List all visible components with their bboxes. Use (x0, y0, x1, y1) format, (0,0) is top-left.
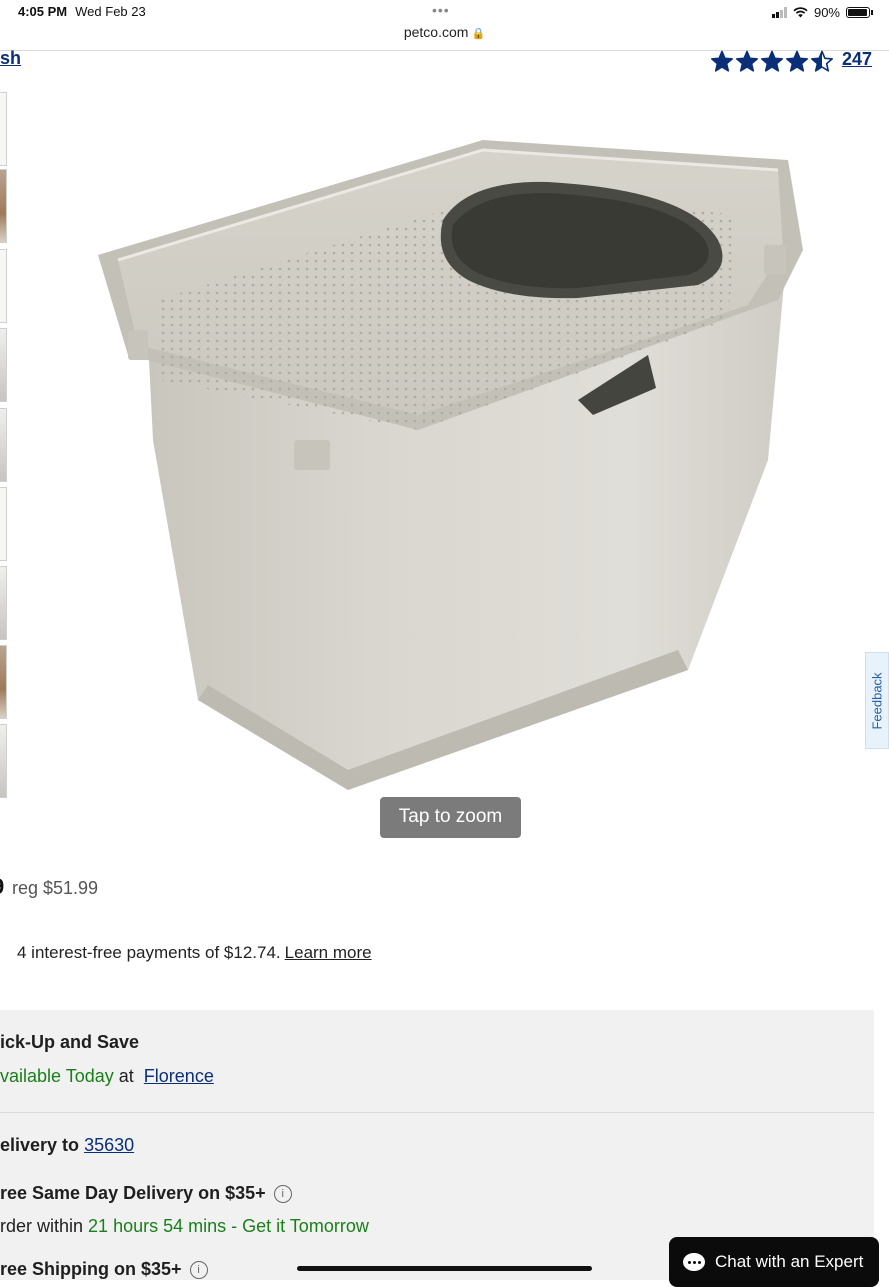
address-bar[interactable]: petco.com 🔒 (0, 24, 889, 40)
brand-link[interactable]: sh (0, 48, 21, 69)
product-image[interactable] (88, 130, 810, 800)
installments-text: 4 interest-free payments of $12.74. (17, 943, 281, 962)
star-icon (710, 50, 734, 72)
info-icon[interactable]: i (189, 1261, 208, 1279)
review-count-link[interactable]: 247 (842, 49, 872, 70)
rating-stars[interactable] (710, 50, 834, 72)
tap-to-zoom-button[interactable]: Tap to zoom (380, 797, 521, 838)
same-day-label: ree Same Day Delivery on $35+ (0, 1183, 266, 1203)
regular-price: reg $51.99 (12, 878, 99, 898)
pickup-title[interactable]: ick-Up and Save (0, 1032, 139, 1053)
star-icon (760, 50, 784, 72)
signal-icon (771, 7, 787, 18)
status-indicators: 90% (771, 5, 873, 20)
thumbnail[interactable] (0, 92, 7, 166)
sale-price: 9 (0, 874, 4, 900)
lock-icon: 🔒 (471, 28, 486, 40)
installments-info: 4 interest-free payments of $12.74. Learn… (17, 943, 372, 963)
pickup-availability: vailable Today at Florence (0, 1066, 214, 1087)
date-text: Wed Feb 23 (75, 4, 146, 19)
chat-bubble-icon (683, 1253, 705, 1271)
wifi-icon (793, 7, 808, 18)
delivery-to-label: elivery to (0, 1135, 80, 1155)
order-within: rder within 21 hours 54 mins - Get it To… (0, 1216, 369, 1237)
time-text: 4:05 PM (18, 4, 68, 19)
thumbnail[interactable] (0, 408, 7, 482)
learn-more-link[interactable]: Learn more (285, 943, 372, 962)
url-text: petco.com (403, 24, 469, 40)
store-link[interactable]: Florence (144, 1066, 214, 1086)
thumbnail[interactable] (0, 169, 7, 243)
same-day-delivery[interactable]: ree Same Day Delivery on $35+ i (0, 1183, 292, 1204)
panel-divider (0, 1112, 874, 1113)
feedback-tab[interactable]: Feedback (865, 652, 889, 749)
star-icon (785, 50, 809, 72)
free-shipping-label: ree Shipping on $35+ (0, 1259, 182, 1279)
order-within-prefix: rder within (0, 1216, 84, 1236)
star-icon (810, 50, 834, 72)
thumbnail[interactable] (0, 487, 7, 561)
battery-percent: 90% (813, 5, 840, 20)
zip-link[interactable]: 35630 (84, 1135, 134, 1155)
delivery-to: elivery to 35630 (0, 1135, 134, 1156)
thumbnail[interactable] (0, 724, 7, 798)
pickup-status: vailable Today (0, 1066, 114, 1086)
battery-tip (871, 10, 873, 15)
thumbnail[interactable] (0, 328, 7, 402)
thumbnail[interactable] (0, 645, 7, 719)
pickup-at: at (118, 1066, 134, 1086)
info-icon[interactable]: i (273, 1185, 292, 1203)
status-time: 4:05 PM Wed Feb 23 (18, 4, 146, 19)
chat-label: Chat with an Expert (715, 1252, 864, 1271)
star-icon (735, 50, 759, 72)
order-within-time: 21 hours 54 mins - Get it Tomorrow (88, 1216, 369, 1236)
thumbnail[interactable] (0, 566, 7, 640)
tab-overview-dots[interactable]: ••• (432, 2, 450, 18)
feedback-label: Feedback (869, 671, 885, 730)
battery-icon (846, 7, 870, 18)
free-shipping[interactable]: ree Shipping on $35+ i (0, 1259, 208, 1280)
thumbnail[interactable] (0, 249, 7, 323)
home-indicator[interactable] (297, 1266, 592, 1271)
